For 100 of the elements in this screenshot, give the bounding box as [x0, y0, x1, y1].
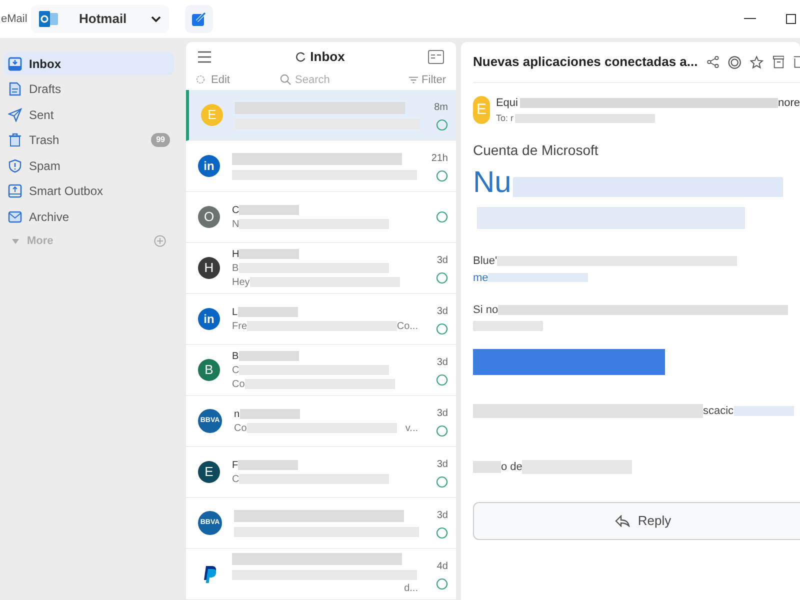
redacted-block	[734, 406, 794, 416]
avatar: B	[198, 359, 220, 381]
email-text: scacic	[703, 404, 734, 418]
mail-app-icon	[39, 10, 59, 28]
unread-circle-icon[interactable]	[436, 118, 448, 130]
inbox-icon	[8, 56, 22, 70]
message-time: 3d	[436, 458, 448, 472]
message-subject: Nuevas aplicaciones conectadas a...	[473, 53, 698, 72]
redacted-block	[238, 307, 298, 317]
spam-icon	[8, 158, 22, 173]
share-icon[interactable]	[706, 55, 720, 69]
compose-icon	[191, 11, 207, 27]
sender-name: L	[232, 306, 238, 320]
recipient: To: r	[496, 112, 514, 124]
sidebar-item[interactable]: Drafts	[4, 78, 174, 101]
sidebar-item[interactable]: Inbox	[4, 52, 174, 75]
sidebar-item[interactable]: Trash 99	[4, 128, 174, 152]
compose-button[interactable]	[185, 5, 213, 33]
message-preview: Co	[234, 422, 247, 436]
sender-name: B	[232, 350, 239, 364]
list-title: Inbox	[310, 48, 345, 66]
message-preview: v...	[405, 422, 418, 436]
sidebar-item[interactable]: Spam	[4, 154, 174, 178]
add-icon[interactable]	[154, 235, 166, 248]
sidebar-item[interactable]: Archive	[4, 206, 174, 229]
unread-circle-icon[interactable]	[436, 322, 448, 334]
sidebar-item[interactable]: Smart Outbox	[4, 180, 174, 203]
message-preview: C	[232, 364, 240, 378]
reply-icon	[614, 514, 630, 526]
unread-circle-icon[interactable]	[436, 424, 448, 436]
edit-button[interactable]: Edit	[196, 72, 276, 88]
email-heading: Cuenta de Microsoft	[473, 141, 600, 160]
refresh-icon[interactable]	[295, 51, 306, 62]
archive-box-icon[interactable]	[772, 55, 784, 69]
redacted-block	[238, 460, 298, 470]
message-time: 8m	[434, 100, 448, 114]
message-row[interactable]: E F C 3d	[186, 447, 456, 498]
message-row[interactable]: in L Fre Co... 3d	[186, 294, 456, 345]
message-time: 3d	[436, 304, 448, 318]
unread-circle-icon[interactable]	[436, 211, 448, 223]
message-row[interactable]: B B C Co 3d	[186, 345, 456, 396]
trash-icon[interactable]	[792, 55, 800, 69]
minimize-icon[interactable]	[744, 18, 756, 20]
unread-circle-icon[interactable]	[436, 374, 448, 386]
app-title: eMail	[1, 12, 28, 27]
reply-button[interactable]: Reply	[473, 502, 800, 540]
message-row[interactable]: E 8m	[186, 90, 456, 141]
avatar: in	[198, 155, 220, 177]
message-time: 3d	[436, 254, 448, 268]
sender-name: H	[232, 248, 240, 262]
menu-icon[interactable]	[198, 50, 212, 63]
message-preview: Hey	[232, 276, 250, 290]
message-row[interactable]: H H B Hey 3d	[186, 243, 456, 294]
star-icon[interactable]	[750, 54, 764, 70]
unread-circle-icon[interactable]	[436, 578, 448, 590]
message-row[interactable]: in 21h	[186, 141, 456, 192]
filter-button[interactable]: Filter	[408, 72, 446, 88]
sender-avatar: E	[473, 96, 490, 124]
avatar: E	[198, 461, 220, 483]
layout-icon[interactable]	[428, 50, 444, 64]
message-row[interactable]: d... 4d	[186, 549, 456, 600]
sender-name: F	[232, 458, 238, 472]
message-time: 3d	[436, 406, 448, 420]
message-preview: B	[232, 262, 239, 276]
message-row[interactable]: O C N	[186, 192, 456, 243]
outbox-icon	[8, 184, 22, 198]
account-selector[interactable]: Hotmail	[31, 5, 169, 33]
avatar: in	[198, 308, 220, 330]
ring-icon[interactable]	[728, 54, 742, 70]
unread-circle-icon[interactable]	[436, 476, 448, 488]
unread-circle-icon[interactable]	[436, 526, 448, 538]
message-preview: Fre	[232, 320, 247, 334]
sender-address: nore	[778, 96, 800, 111]
sender-name: Equi	[496, 96, 518, 111]
maximize-icon[interactable]	[786, 14, 796, 24]
email-text: Blue'	[473, 254, 498, 269]
message-time: 3d	[436, 356, 448, 370]
unread-circle-icon[interactable]	[436, 170, 448, 182]
email-text: o de	[501, 460, 522, 475]
message-time: 4d	[436, 560, 448, 574]
sender-name: C	[232, 204, 240, 218]
redacted-block	[473, 320, 543, 330]
filter-icon	[408, 76, 418, 84]
drafts-icon	[8, 82, 22, 96]
message-time: 21h	[431, 152, 448, 166]
message-preview: C	[232, 472, 240, 486]
search-icon	[280, 74, 291, 86]
avatar: H	[198, 257, 220, 279]
caret-icon	[12, 238, 19, 244]
archive-icon	[8, 210, 22, 224]
search-field[interactable]: Search	[295, 72, 385, 88]
redacted-block	[239, 249, 300, 259]
redacted-block	[240, 409, 300, 419]
message-preview: N	[232, 218, 240, 232]
unread-circle-icon[interactable]	[436, 272, 448, 284]
sidebar-item[interactable]: Sent	[4, 103, 174, 126]
email-title: Nu	[473, 165, 512, 201]
message-preview: d...	[404, 582, 418, 596]
email-link[interactable]: me	[473, 270, 488, 286]
email-text: Si no	[473, 303, 498, 318]
